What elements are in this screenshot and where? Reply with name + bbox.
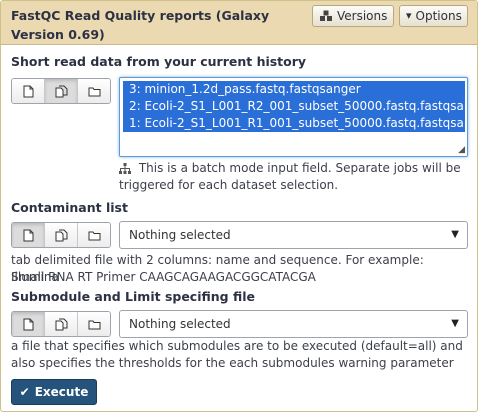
files-icon: [55, 318, 68, 331]
batch-help-line2: triggered for each dataset selection.: [119, 178, 339, 192]
input-reads-option[interactable]: 2: Ecoli-2_S1_L001_R2_001_subset_50000.f…: [123, 98, 465, 115]
cubes-icon: [319, 10, 333, 22]
caret-down-icon: ▼: [451, 318, 459, 329]
batch-help-line1: This is a batch mode input field. Separa…: [138, 161, 461, 175]
file-icon: [23, 229, 34, 242]
input-reads-option[interactable]: 1: Ecoli-2_S1_L001_R1_001_subset_50000.f…: [123, 115, 465, 132]
contaminants-help-line2: Small RNA RT Primer CAAGCAGAAGACGGCATACG…: [11, 270, 316, 284]
tool-form: FastQC Read Quality reports (Galaxy Vers…: [0, 0, 478, 412]
resize-handle-icon[interactable]: ◢: [458, 145, 465, 155]
caret-down-icon: ▾: [406, 9, 412, 22]
limits-mode-switch: [11, 311, 111, 337]
options-label: Options: [415, 9, 462, 23]
limits-help-line1: a file that specifies which submodules a…: [11, 339, 463, 353]
dataset-collection-button[interactable]: [78, 79, 110, 103]
options-button[interactable]: ▾ Options: [399, 5, 468, 27]
folder-icon: [88, 86, 101, 97]
input-reads-multiselect[interactable]: 3: minion_1.2d_pass.fastq.fastqsanger 2:…: [119, 77, 468, 157]
contaminants-select[interactable]: Nothing selected ▼: [119, 221, 468, 249]
single-dataset-button[interactable]: [12, 223, 45, 247]
single-dataset-button[interactable]: [12, 312, 45, 336]
tool-header: FastQC Read Quality reports (Galaxy Vers…: [1, 1, 477, 45]
file-icon: [23, 318, 34, 331]
files-icon: [55, 229, 68, 242]
caret-down-icon: ▼: [451, 229, 459, 240]
folder-icon: [88, 319, 101, 330]
single-dataset-button[interactable]: [12, 79, 45, 103]
batch-mode-help: This is a batch mode input field. Separa…: [119, 160, 461, 177]
limits-help-line2: also specifies the thresholds for the ea…: [11, 356, 454, 370]
versions-button[interactable]: Versions: [312, 5, 394, 27]
file-icon: [23, 85, 34, 98]
multiple-datasets-button[interactable]: [45, 312, 78, 336]
execute-button[interactable]: ✔ Execute: [11, 379, 97, 405]
multiple-datasets-button[interactable]: [45, 79, 78, 103]
dataset-collection-button[interactable]: [78, 312, 110, 336]
input-mode-switch: [11, 78, 111, 104]
sitemap-icon: [119, 163, 131, 174]
input-reads-option[interactable]: 3: minion_1.2d_pass.fastq.fastqsanger: [123, 81, 465, 98]
multiple-datasets-button[interactable]: [45, 223, 78, 247]
limits-select[interactable]: Nothing selected ▼: [119, 310, 468, 338]
execute-label: Execute: [34, 385, 89, 399]
contaminants-mode-switch: [11, 222, 111, 248]
contaminants-label: Contaminant list: [11, 200, 128, 215]
files-icon: [55, 85, 68, 98]
dataset-collection-button[interactable]: [78, 223, 110, 247]
versions-label: Versions: [337, 9, 388, 23]
limits-label: Submodule and Limit specifing file: [11, 289, 255, 304]
check-icon: ✔: [19, 385, 30, 399]
tool-title: FastQC Read Quality reports (Galaxy Vers…: [11, 8, 270, 42]
limits-value: Nothing selected: [129, 317, 231, 331]
contaminants-value: Nothing selected: [129, 228, 231, 242]
input-reads-label: Short read data from your current histor…: [11, 54, 307, 69]
folder-icon: [88, 230, 101, 241]
